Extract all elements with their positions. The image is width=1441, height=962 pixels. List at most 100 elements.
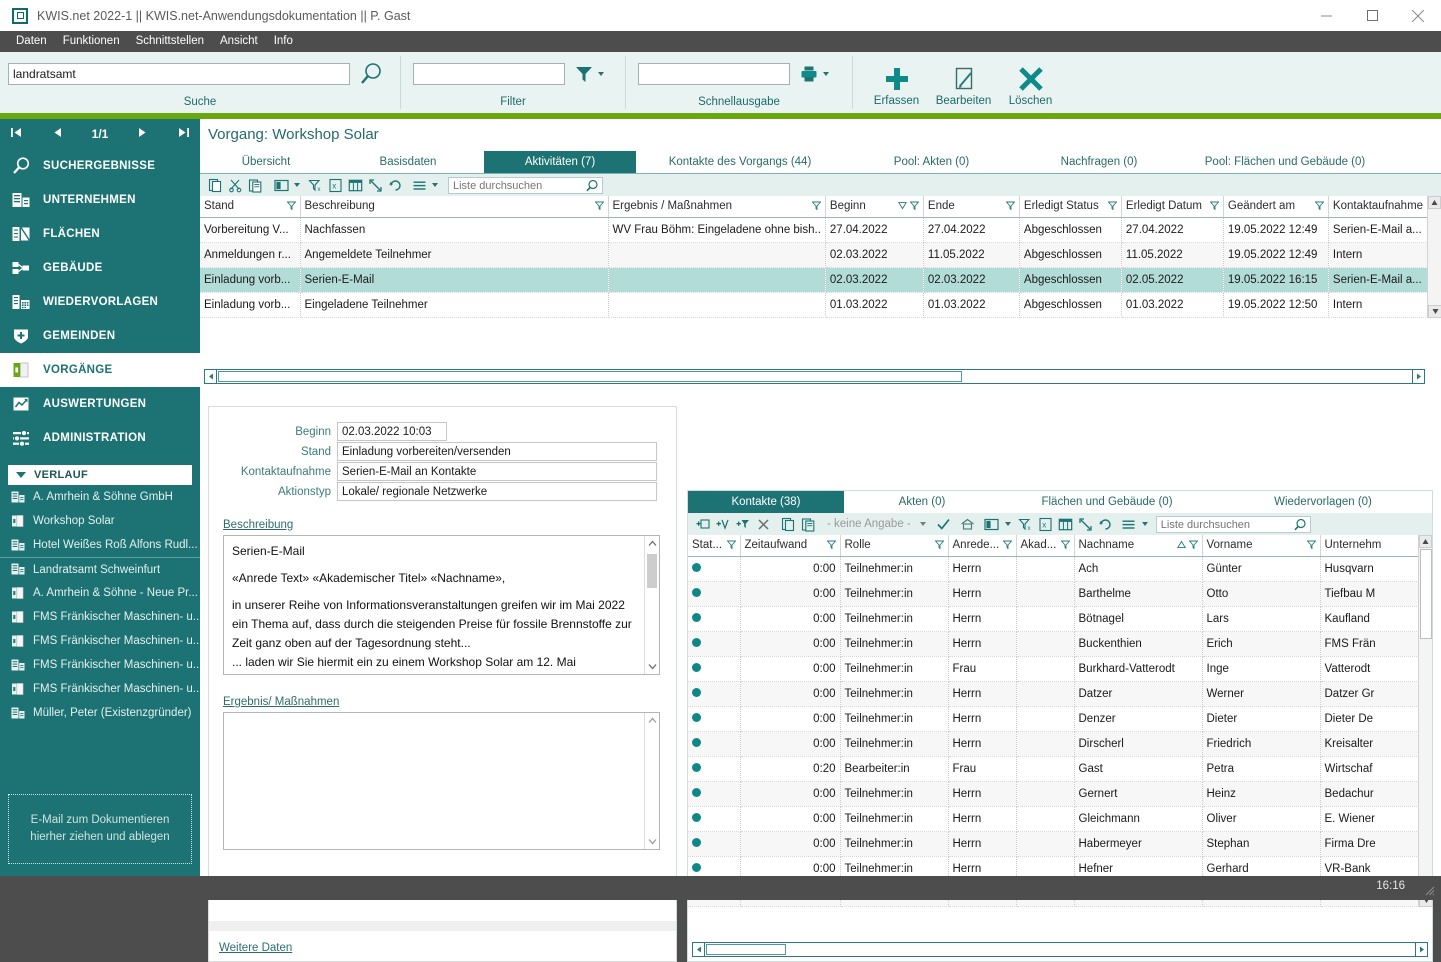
ergebnis-massnahmen-link[interactable]: Ergebnis/ Maßnahmen [223,696,339,708]
table-row[interactable]: Einladung vorb... Serien-E-Mail 02.03.20… [200,267,1429,293]
col-stand[interactable]: Stand [200,196,301,218]
col-erledigt-datum[interactable]: Erledigt Datum [1121,196,1224,218]
col-anrede[interactable]: Anrede... [948,535,1017,557]
col-ergebnis[interactable]: Ergebnis / Maßnahmen [608,196,826,218]
table-row[interactable]: 0:00 Teilnehmer:in Herrn Barthelme Otto Tiefb… [688,581,1419,607]
col-geaendert-am[interactable]: Geändert am [1223,196,1329,218]
export-excel-icon[interactable]: x [1037,515,1055,533]
resize-grip-icon[interactable] [1423,884,1435,896]
weitere-daten-link[interactable]: Weitere Daten [219,942,292,954]
tab-pool-akten[interactable]: Pool: Akten (0) [844,151,1019,173]
history-item[interactable]: Workshop Solar [0,509,200,533]
filter-icon[interactable] [1107,201,1118,213]
columns-icon[interactable] [272,176,290,194]
sidebar-item-gemeinden[interactable]: GEMEINDEN [0,319,200,353]
col-vorname[interactable]: Vorname [1202,535,1321,557]
erfassen-button[interactable]: Erfassen [863,52,930,113]
table-row[interactable]: 0:20 Bearbeiter:in Frau Gast Petra Wirtschaf [688,756,1419,782]
scroll-left-icon[interactable] [205,370,217,383]
col-beschreibung[interactable]: Beschreibung [300,196,609,218]
sidebar-item-unternehmen[interactable]: UNTERNEHMEN [0,183,200,217]
value-aktionstyp[interactable]: Lokale/ regionale Netzwerke [337,482,657,501]
expand-icon[interactable] [366,176,384,194]
search-magnifier-icon[interactable] [358,61,384,87]
select-chevron-down-icon[interactable] [919,522,926,526]
sidebar-item-administration[interactable]: ADMINISTRATION [0,421,200,455]
sidebar-item-vorgaenge[interactable]: VORGÄNGE [0,353,200,387]
table-row[interactable]: Einladung vorb... Eingeladene Teilnehmer… [200,292,1429,318]
table-row[interactable]: 0:00 Teilnehmer:in Herrn Buckenthien Erich FM… [688,631,1419,657]
history-item[interactable]: FMS Fränkischer Maschinen- u... [0,677,200,701]
scroll-down-icon[interactable] [1428,305,1441,318]
sort-asc-icon[interactable] [1176,540,1186,552]
kontakte-select-value[interactable]: - keine Angabe - [827,518,911,530]
filter-icon[interactable] [826,540,836,552]
filter-icon[interactable] [726,540,736,552]
refresh-icon[interactable] [1097,515,1115,533]
clear-filter-icon[interactable]: x [1017,515,1035,533]
history-header[interactable]: VERLAUF [8,465,192,485]
tab-wiedervorlagen[interactable]: Wiedervorlagen (0) [1214,491,1432,513]
table-layout-icon[interactable] [1057,515,1075,533]
pager-last-icon[interactable] [177,126,190,142]
quickoutput-input[interactable] [638,63,790,85]
tab-aktivitaeten[interactable]: Aktivitäten (7) [484,151,636,173]
columns-icon[interactable] [983,515,1001,533]
export-excel-icon[interactable]: x [326,176,344,194]
scroll-up-icon[interactable] [1419,535,1432,548]
col-erledigt-status[interactable]: Erledigt Status [1019,196,1122,218]
table-row[interactable]: 0:00 Teilnehmer:in Frau Burkhard-Vatterodt I… [688,656,1419,682]
history-item[interactable]: A. Amrhein & Söhne - Neue Pr... [0,581,200,605]
menu-chevron-down-icon[interactable] [432,183,438,187]
hscroll-thumb[interactable] [218,371,962,382]
col-akad[interactable]: Akad... [1016,535,1075,557]
close-icon[interactable] [1395,0,1441,31]
history-item[interactable]: FMS Fränkischer Maschinen- u... [0,629,200,653]
sidebar-item-auswertungen[interactable]: AUSWERTUNGEN [0,387,200,421]
add-contact-icon[interactable] [694,515,712,533]
sort-desc-icon[interactable] [897,201,907,213]
maximize-icon[interactable] [1349,0,1395,31]
kontakte-hscrollbar[interactable] [692,942,1428,957]
history-item[interactable]: FMS Fränkischer Maschinen- u... [0,605,200,629]
table-row[interactable]: Anmeldungen r... Angemeldete Teilnehmer … [200,242,1429,268]
scroll-right-icon[interactable] [1415,943,1427,956]
history-item[interactable]: Hotel Weißes Roß Alfons Rudl... [0,533,200,557]
columns-chevron-down-icon[interactable] [294,183,300,187]
table-row[interactable]: 0:00 Teilnehmer:in Herrn Habermeyer Stephan F… [688,831,1419,857]
paste-icon[interactable] [246,176,264,194]
menu-item-schnittstellen[interactable]: Schnittstellen [128,31,212,52]
filter-icon[interactable] [1306,540,1316,552]
menu-item-funktionen[interactable]: Funktionen [55,31,128,52]
menu-chevron-down-icon[interactable] [1141,522,1148,526]
sidebar-item-gebaeude[interactable]: GEBÄUDE [0,251,200,285]
scroll-down-icon[interactable] [645,834,659,849]
scroll-left-icon[interactable] [693,943,705,956]
filter-icon[interactable] [1005,201,1016,213]
filter-icon[interactable] [1060,540,1070,552]
value-beginn[interactable]: 02.03.2022 10:03 [337,422,447,441]
filter-icon[interactable] [811,201,822,213]
menu-item-daten[interactable]: Daten [8,31,55,52]
add-filter-icon[interactable] [734,515,752,533]
filter-icon[interactable] [286,201,296,213]
sidebar-item-suchergebnisse[interactable]: SUCHERGEBNISSE [0,149,200,183]
clear-filter-icon[interactable]: x [306,176,324,194]
history-item[interactable]: Müller, Peter (Existenzgründer) [0,701,200,725]
paste-icon[interactable] [799,515,817,533]
table-row[interactable]: Vorbereitung V... Nachfassen WV Frau Böh… [200,217,1429,243]
beschreibung-vscrollbar[interactable] [644,536,659,674]
table-row[interactable]: 0:00 Teilnehmer:in Herrn Datzer Werner Datzer… [688,681,1419,707]
tab-basisdaten[interactable]: Basisdaten [332,151,484,173]
loeschen-button[interactable]: Löschen [997,52,1064,113]
activity-search-box[interactable] [448,176,603,194]
kontakte-vscrollbar[interactable] [1418,535,1433,907]
col-unternehmen[interactable]: Unternehm [1320,535,1419,557]
table-layout-icon[interactable] [346,176,364,194]
pager-prev-icon[interactable] [51,126,64,142]
kontakte-search-input[interactable] [1156,517,1285,532]
pager-next-icon[interactable] [136,126,149,142]
copy-row-icon[interactable] [779,515,797,533]
x-cross-icon[interactable] [754,515,772,533]
filter-input[interactable] [413,63,565,85]
